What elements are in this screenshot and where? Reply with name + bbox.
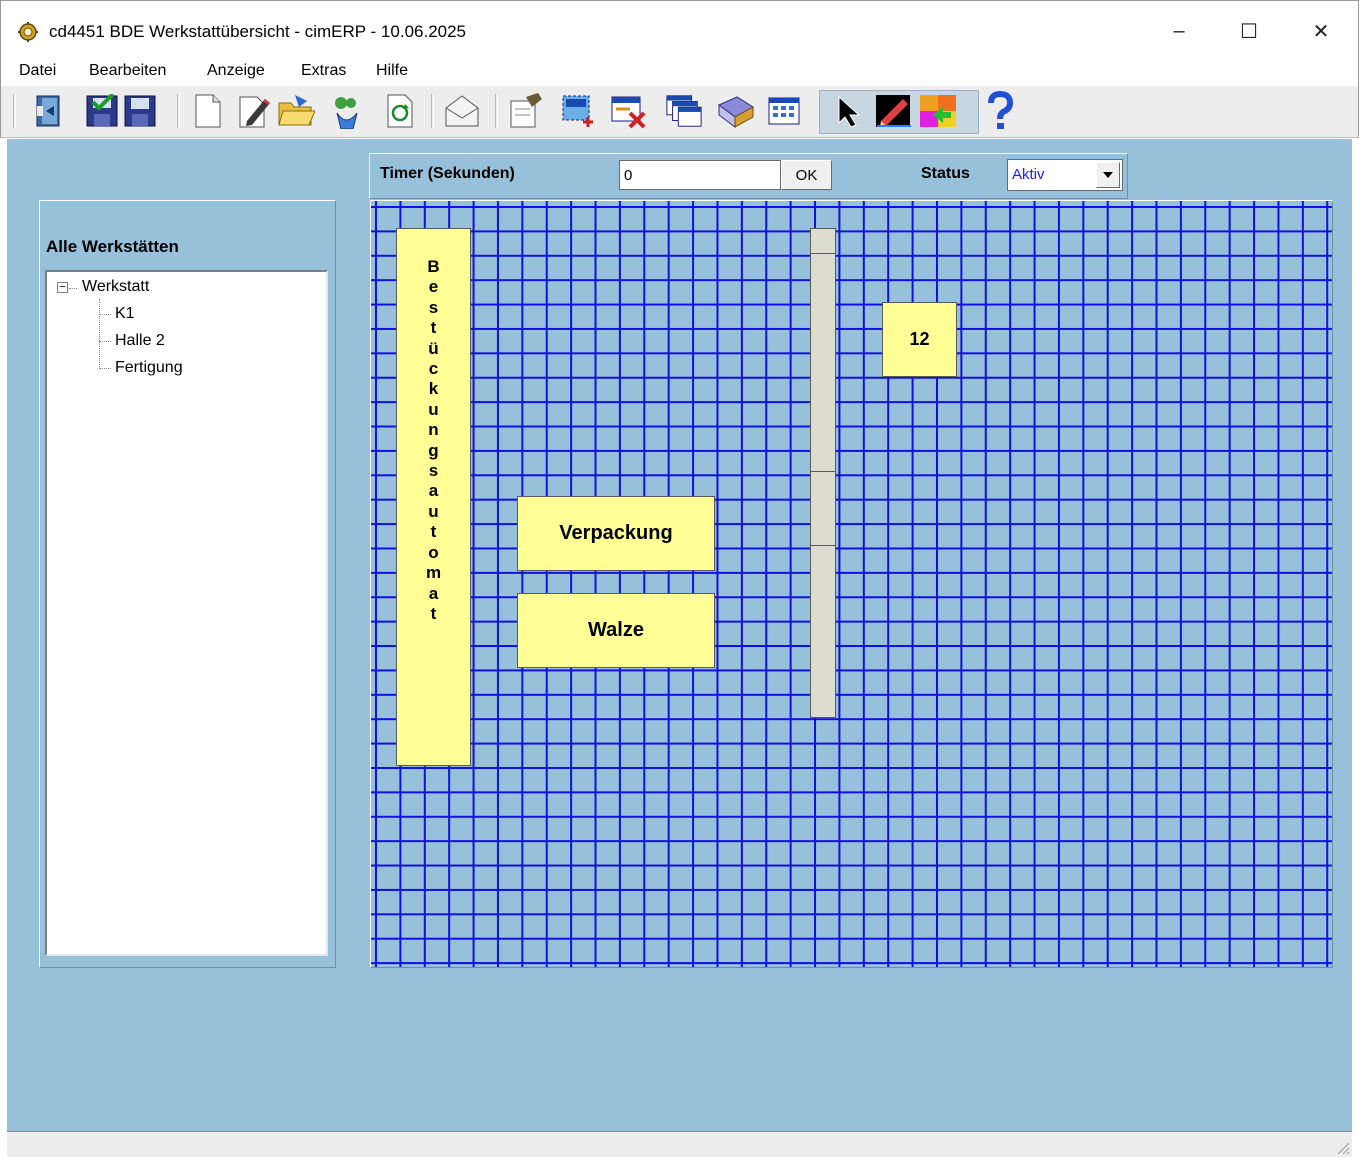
station-label-char: a [428, 583, 439, 603]
conveyor-segment[interactable] [810, 545, 836, 718]
edit-icon[interactable] [235, 91, 273, 131]
station-label-char: t [430, 522, 437, 542]
tree-item-k1[interactable]: K1 [115, 305, 135, 323]
menu-datei[interactable]: Datei [19, 62, 56, 80]
status-dropdown[interactable]: Aktiv [1007, 159, 1123, 191]
timer-label: Timer (Sekunden) [380, 165, 515, 182]
title-bar: cd4451 BDE Werkstattübersicht - cimERP -… [0, 0, 1359, 60]
toolbar [0, 86, 1359, 138]
station-label-char: m [425, 563, 442, 583]
recycle-icon[interactable] [327, 91, 365, 131]
station-label-char: s [428, 461, 439, 481]
station-label-char: k [428, 379, 439, 399]
status-label: Status [921, 165, 970, 182]
window-title: cd4451 BDE Werkstattübersicht - cimERP -… [49, 22, 467, 41]
tree-connector [99, 314, 111, 315]
collapse-icon[interactable]: − [57, 282, 68, 293]
station-label-char: u [428, 501, 439, 521]
maximize-button[interactable]: ☐ [1219, 9, 1279, 53]
station-label-char: u [428, 399, 439, 419]
toolbar-separator [13, 94, 16, 128]
tree-connector [99, 368, 111, 369]
status-bar [7, 1131, 1352, 1157]
delete-area-icon[interactable] [609, 91, 647, 131]
maximize-icon: ☐ [1240, 20, 1258, 43]
grid-icon[interactable] [765, 91, 803, 131]
station-label-char: a [428, 481, 439, 501]
station-label-char: B [427, 257, 440, 276]
station-label-char: c [428, 359, 439, 379]
menu-hilfe[interactable]: Hilfe [376, 62, 408, 80]
tree-connector [99, 299, 100, 369]
dropdown-arrow-icon[interactable] [1096, 162, 1120, 188]
workshop-layout-grid[interactable] [370, 200, 1333, 968]
toolbar-separator [495, 94, 498, 128]
save-icon[interactable] [121, 91, 159, 131]
status-value: Aktiv [1012, 166, 1045, 183]
station-label-char: g [428, 440, 439, 460]
exit-icon[interactable] [31, 91, 69, 131]
menu-anzeige[interactable]: Anzeige [207, 62, 265, 80]
windows-icon[interactable] [665, 91, 703, 131]
color-fill-icon[interactable] [919, 91, 957, 131]
menu-extras[interactable]: Extras [301, 62, 346, 80]
refresh-icon[interactable] [381, 91, 419, 131]
properties-icon[interactable] [507, 91, 545, 131]
new-document-icon[interactable] [189, 91, 227, 131]
ok-button[interactable]: OK [781, 160, 832, 190]
workstation-bestueckungsautomat[interactable]: B e s t ü c k u n g s a u t o m a t [396, 228, 471, 766]
station-label-char: n [428, 420, 439, 440]
panel-title: Alle Werkstätten [46, 237, 179, 256]
workstation-verpackung[interactable]: Verpackung [517, 496, 715, 571]
gear-icon [18, 22, 38, 42]
conveyor-segment[interactable] [810, 471, 836, 546]
close-button[interactable]: ✕ [1291, 9, 1351, 53]
station-label-char: s [428, 297, 439, 317]
menu-bearbeiten[interactable]: Bearbeiten [89, 62, 166, 80]
toolbar-separator [177, 94, 180, 128]
open-folder-icon[interactable] [277, 91, 315, 131]
station-label-char: t [430, 318, 437, 338]
station-label: Walze [588, 619, 644, 641]
workshop-tree[interactable]: − Werkstatt K1 Halle 2 Fertigung [45, 270, 328, 956]
tree-connector [99, 341, 111, 342]
minimize-icon: – [1173, 19, 1185, 42]
station-label: Verpackung [559, 522, 673, 544]
tree-root-werkstatt[interactable]: Werkstatt [82, 278, 149, 296]
conveyor-segment[interactable] [810, 228, 836, 254]
timer-input[interactable] [619, 160, 781, 190]
toolbar-separator [431, 94, 434, 128]
station-label-char: t [430, 603, 437, 623]
station-label-char: e [428, 277, 439, 297]
tree-item-halle-2[interactable]: Halle 2 [115, 332, 165, 350]
workstation-12[interactable]: 12 [882, 302, 957, 377]
menu-bar: Datei Bearbeiten Anzeige Extras Hilfe [0, 60, 1359, 86]
draw-pencil-icon[interactable] [875, 91, 913, 131]
station-label-char: o [428, 542, 439, 562]
station-label-char: ü [428, 338, 439, 358]
close-icon: ✕ [1312, 20, 1330, 43]
add-area-icon[interactable] [559, 91, 597, 131]
save-green-icon[interactable] [83, 91, 121, 131]
minimize-button[interactable]: – [1149, 9, 1209, 53]
select-pointer-icon[interactable] [829, 91, 867, 131]
resize-grip-icon[interactable] [1336, 1141, 1350, 1155]
mail-icon[interactable] [443, 91, 481, 131]
book-icon[interactable] [717, 91, 755, 131]
workstation-walze[interactable]: Walze [517, 593, 715, 668]
tree-connector [69, 288, 77, 289]
tree-item-fertigung[interactable]: Fertigung [115, 359, 183, 377]
conveyor-segment[interactable] [810, 253, 836, 472]
help-icon[interactable] [981, 91, 1019, 131]
station-label: 12 [909, 329, 930, 349]
